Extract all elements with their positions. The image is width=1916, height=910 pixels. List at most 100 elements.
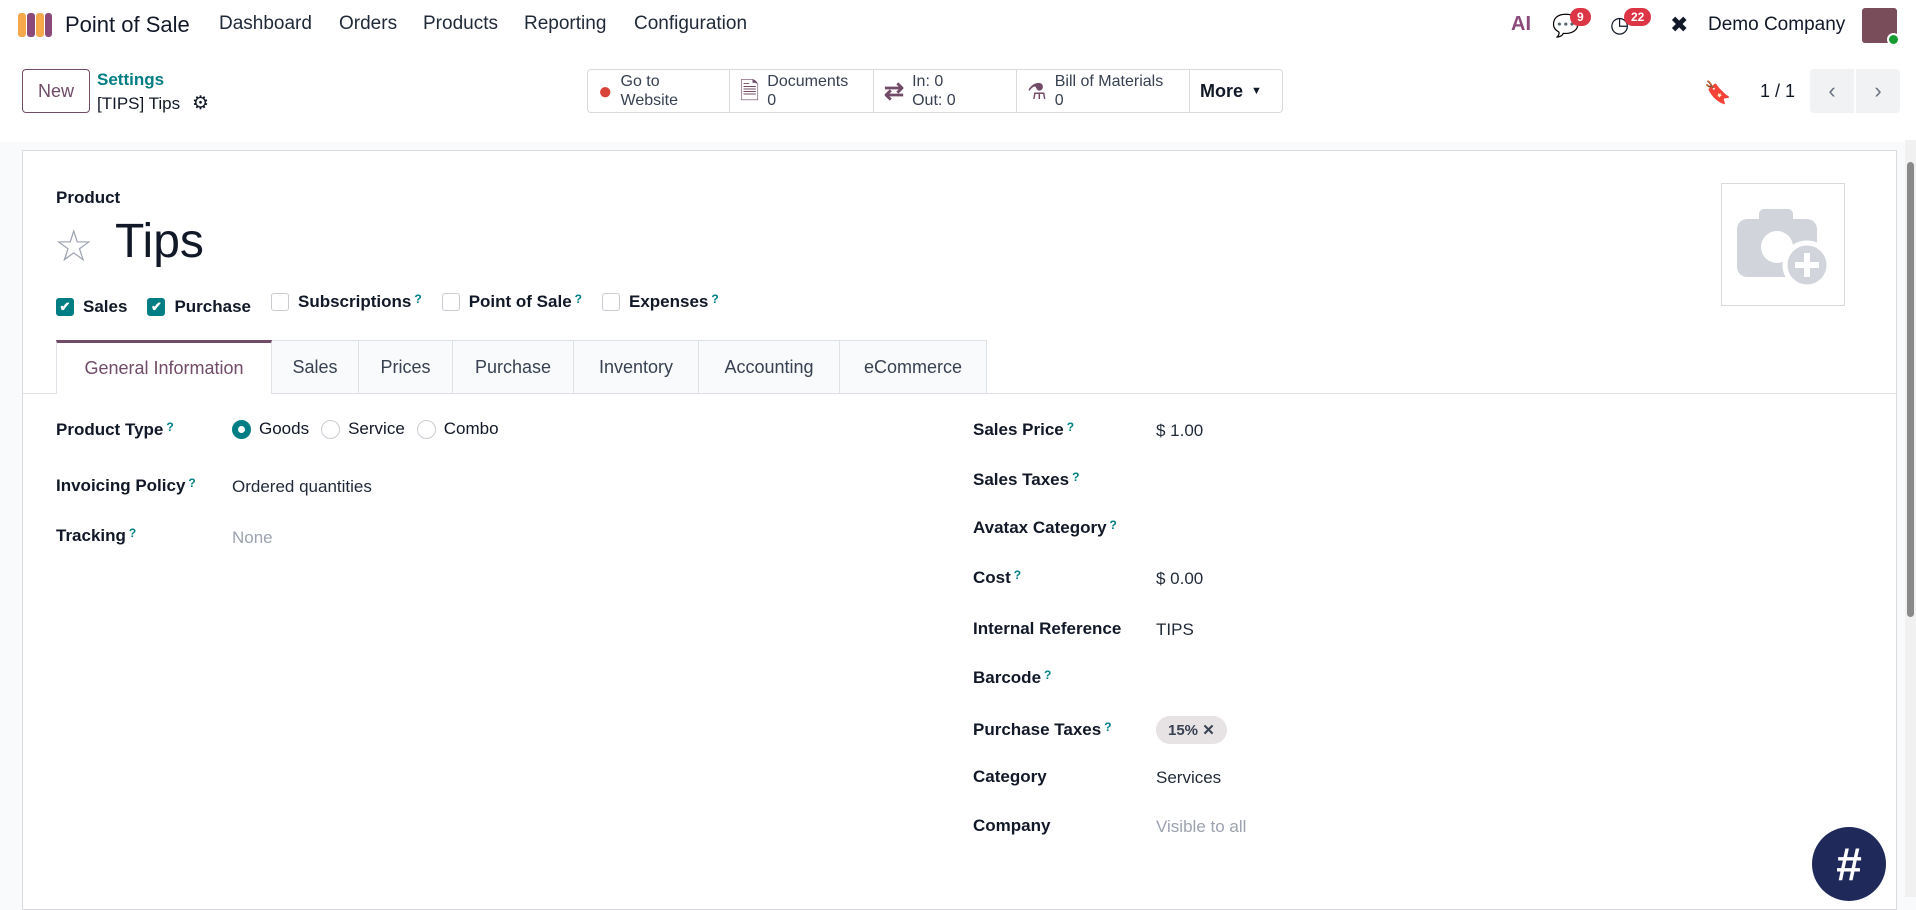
checkbox-checked-icon[interactable]: ✔ bbox=[56, 298, 74, 316]
label: Bill of Materials bbox=[1054, 73, 1164, 90]
tag-label: 15% bbox=[1168, 722, 1199, 739]
checkbox-checked-icon[interactable]: ✔ bbox=[147, 298, 166, 316]
bill-of-materials-button[interactable]: ⚗ Bill of Materials 0 bbox=[1017, 69, 1190, 113]
product-image-upload[interactable] bbox=[1721, 183, 1845, 306]
label: Goods bbox=[259, 419, 310, 438]
label: Avatax Category bbox=[973, 518, 1107, 537]
pager-value[interactable]: 1 / 1 bbox=[1760, 81, 1795, 102]
pager-next-button[interactable]: › bbox=[1856, 69, 1900, 113]
flag-sales[interactable]: ✔ Sales bbox=[56, 297, 127, 317]
favorite-star-icon[interactable]: ☆ bbox=[54, 222, 93, 272]
transfer-arrows-icon: ⇄ bbox=[884, 77, 905, 105]
invoicing-policy-field[interactable]: Ordered quantities bbox=[232, 477, 372, 497]
pager-previous-button[interactable]: ‹ bbox=[1810, 69, 1854, 113]
product-type-label: Product Type? bbox=[56, 420, 174, 440]
checkbox-icon[interactable] bbox=[270, 293, 289, 311]
company-label: Company bbox=[973, 816, 1050, 836]
menu-orders[interactable]: Orders bbox=[339, 13, 397, 35]
internal-reference-field[interactable]: TIPS bbox=[1156, 620, 1456, 640]
category-field[interactable]: Services bbox=[1156, 768, 1456, 788]
go-to-website-button[interactable]: ● Go to Website bbox=[587, 69, 730, 113]
app-title[interactable]: Point of Sale bbox=[65, 12, 190, 38]
in-out-button[interactable]: ⇄ In: 0 Out: 0 bbox=[874, 69, 1017, 113]
menu-configuration[interactable]: Configuration bbox=[634, 13, 747, 35]
barcode-field[interactable] bbox=[1156, 669, 1456, 689]
product-type-radio: Goods Service Combo bbox=[232, 419, 511, 444]
label: Service bbox=[348, 419, 405, 438]
hashtag-icon: # bbox=[1836, 838, 1862, 890]
tools-icon[interactable]: ✖ bbox=[1670, 12, 1688, 38]
caret-down-icon: ▼ bbox=[1251, 84, 1262, 97]
radio-service[interactable]: Service bbox=[321, 419, 405, 439]
user-avatar[interactable] bbox=[1862, 8, 1900, 46]
menu-dashboard[interactable]: Dashboard bbox=[219, 13, 312, 35]
tab-ecommerce[interactable]: eCommerce bbox=[840, 340, 987, 394]
radio-goods[interactable]: Goods bbox=[232, 419, 309, 439]
more-button[interactable]: More ▼ bbox=[1190, 69, 1283, 113]
flag-expenses[interactable]: Expenses? bbox=[602, 292, 719, 312]
gear-icon[interactable]: ⚙ bbox=[192, 92, 209, 115]
tracking-field[interactable]: None bbox=[232, 528, 273, 548]
pos-app-logo-icon[interactable] bbox=[18, 13, 52, 39]
company-switcher[interactable]: Demo Company bbox=[1708, 14, 1845, 36]
checkbox-icon[interactable] bbox=[602, 293, 620, 311]
label: Documents bbox=[767, 73, 849, 90]
product-name[interactable]: Tips bbox=[115, 214, 204, 269]
sales-price-field[interactable]: $ 1.00 bbox=[1156, 421, 1456, 441]
radio-icon[interactable] bbox=[321, 419, 341, 439]
breadcrumb-settings[interactable]: Settings bbox=[97, 70, 164, 90]
label: Category bbox=[973, 767, 1047, 786]
help-icon[interactable]: ? bbox=[188, 476, 195, 490]
chevron-right-icon: › bbox=[1874, 78, 1882, 103]
bookmark-icon[interactable]: 🔖 bbox=[1704, 80, 1731, 106]
tab-inventory[interactable]: Inventory bbox=[574, 340, 699, 394]
scrollbar[interactable] bbox=[1905, 140, 1916, 897]
hashtag-chat-button[interactable]: # bbox=[1812, 827, 1886, 901]
scrollbar-thumb[interactable] bbox=[1907, 162, 1914, 617]
label: Cost bbox=[973, 568, 1011, 587]
avatax-category-label: Avatax Category? bbox=[973, 518, 1117, 538]
label: Sales Taxes bbox=[973, 470, 1070, 489]
menu-products[interactable]: Products bbox=[423, 13, 498, 35]
radio-combo[interactable]: Combo bbox=[416, 419, 499, 439]
help-icon[interactable]: ? bbox=[129, 526, 136, 540]
sales-taxes-field[interactable] bbox=[1156, 471, 1456, 491]
help-icon[interactable]: ? bbox=[575, 292, 582, 306]
radio-icon[interactable] bbox=[416, 419, 436, 439]
remove-tag-icon[interactable]: ✕ bbox=[1202, 722, 1215, 739]
invoicing-policy-label: Invoicing Policy? bbox=[56, 476, 196, 496]
menu-reporting[interactable]: Reporting bbox=[524, 13, 606, 35]
help-icon[interactable]: ? bbox=[1014, 568, 1021, 582]
tab-prices[interactable]: Prices bbox=[359, 340, 453, 394]
radio-selected-icon[interactable] bbox=[232, 419, 251, 439]
tab-sales[interactable]: Sales bbox=[272, 340, 359, 394]
company-field[interactable]: Visible to all bbox=[1156, 817, 1456, 837]
ai-icon[interactable]: AI bbox=[1511, 13, 1531, 36]
checkbox-icon[interactable] bbox=[441, 293, 460, 311]
tab-purchase[interactable]: Purchase bbox=[453, 340, 574, 394]
tab-general-information[interactable]: General Information bbox=[56, 340, 272, 394]
tax-tag: 15% ✕ bbox=[1156, 716, 1227, 744]
help-icon[interactable]: ? bbox=[414, 292, 421, 306]
help-icon[interactable]: ? bbox=[1044, 668, 1051, 682]
help-icon[interactable]: ? bbox=[1067, 420, 1074, 434]
tab-accounting[interactable]: Accounting bbox=[699, 340, 840, 394]
flag-point-of-sale[interactable]: Point of Sale? bbox=[441, 292, 582, 312]
flag-subscriptions[interactable]: Subscriptions? bbox=[270, 292, 422, 312]
help-icon[interactable]: ? bbox=[711, 292, 718, 306]
new-button[interactable]: New bbox=[22, 69, 90, 113]
messages-badge: 9 bbox=[1570, 8, 1591, 26]
product-flags: ✔ Sales ✔ Purchase Subscriptions? Point of Sa… bbox=[56, 292, 739, 317]
help-icon[interactable]: ? bbox=[1110, 518, 1117, 532]
cost-field[interactable]: $ 0.00 bbox=[1156, 569, 1456, 589]
flag-purchase[interactable]: ✔ Purchase bbox=[147, 297, 251, 317]
label: Website bbox=[620, 92, 679, 109]
label: Company bbox=[973, 816, 1051, 835]
documents-button[interactable]: 🗎 Documents 0 bbox=[730, 69, 874, 113]
help-icon[interactable]: ? bbox=[1104, 720, 1111, 734]
avatax-category-field[interactable] bbox=[1156, 519, 1456, 539]
help-icon[interactable]: ? bbox=[166, 420, 173, 434]
help-icon[interactable]: ? bbox=[1072, 470, 1079, 484]
label: Subscriptions bbox=[297, 292, 412, 311]
label: Purchase Taxes bbox=[973, 720, 1102, 739]
